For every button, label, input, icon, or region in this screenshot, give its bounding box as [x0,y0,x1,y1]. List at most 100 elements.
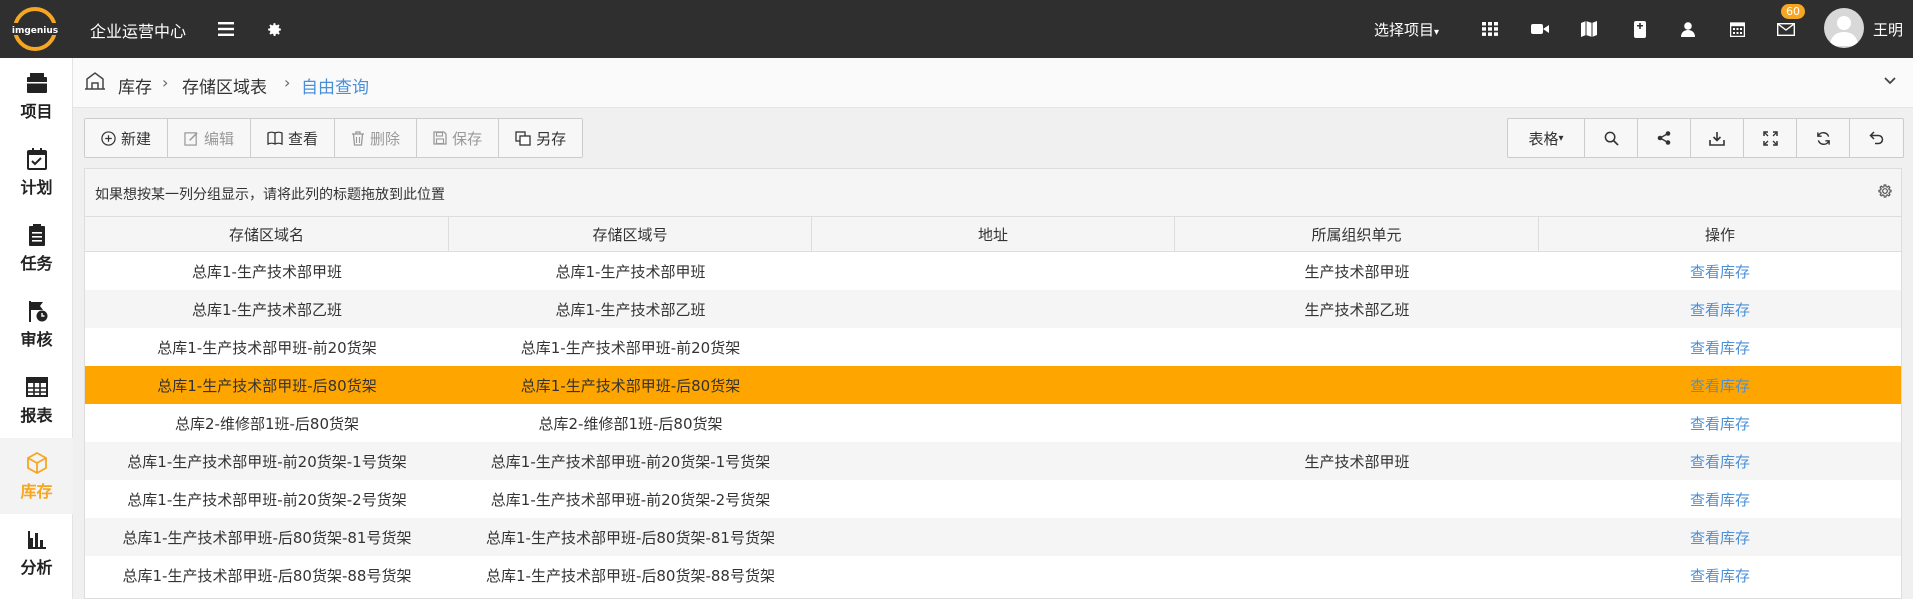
download-button[interactable] [1691,119,1744,157]
box-icon [26,451,47,474]
sidebar-item-review[interactable]: 审核 [0,286,73,362]
view-button[interactable]: 查看 [251,119,336,157]
cell-address [812,442,1175,480]
cell-address [812,328,1175,366]
cell-view-inventory-link[interactable]: 查看库存 [1539,556,1901,594]
save-button-label: 保存 [452,129,483,148]
cell-org-unit [1175,480,1539,518]
mail-icon[interactable] [1773,16,1799,42]
table-row[interactable]: 总库1-生产技术部甲班 总库1-生产技术部甲班 生产技术部甲班 查看库存 [85,252,1901,290]
table-row[interactable]: 总库2-维修部1班-后80货架 总库2-维修部1班-后80货架 查看库存 [85,404,1901,442]
cell-storage-code: 总库1-生产技术部甲班-前20货架-1号货架 [490,452,771,471]
project-select[interactable]: 选择项目▾ [1374,19,1439,40]
sidebar-item-inventory[interactable]: 库存 [0,438,73,514]
apps-grid-icon[interactable] [1477,16,1503,42]
column-header-actions[interactable]: 操作 [1539,217,1901,251]
sidebar-item-plan[interactable]: 计划 [0,134,73,210]
clipboard-icon [28,223,45,246]
cell-view-inventory-link[interactable]: 查看库存 [1539,290,1901,328]
chevron-down-icon[interactable] [1883,74,1897,90]
cell-address [812,518,1175,556]
home-icon[interactable] [85,71,105,95]
view-mode-label: 表格 [1528,129,1559,148]
save-as-button[interactable]: 另存 [499,119,583,157]
cell-view-inventory-link[interactable]: 查看库存 [1539,404,1901,442]
sidebar-item-project[interactable]: 项目 [0,58,73,134]
sidebar-item-label: 分析 [20,557,53,577]
back-button[interactable] [1850,119,1903,157]
cell-storage-code: 总库1-生产技术部甲班 [555,262,706,281]
breadcrumb-item-free-query: 自由查询 [301,78,369,98]
user-name[interactable]: 王明 [1873,19,1903,40]
share-button[interactable] [1638,119,1691,157]
view-mode-dropdown[interactable]: 表格 ▾ [1508,119,1585,157]
column-header-org-unit[interactable]: 所属组织单元 [1175,217,1539,251]
edit-button-label: 编辑 [204,129,235,148]
refresh-button[interactable] [1797,119,1850,157]
menu-icon[interactable] [213,16,239,42]
table-row[interactable]: 总库1-生产技术部甲班-后80货架 总库1-生产技术部甲班-后80货架 查看库存 [85,366,1901,404]
top-bar: imgenius 企业运营中心 选择项目▾ 60 王明 [0,0,1913,58]
cell-storage-name: 总库1-生产技术部甲班-前20货架 [157,338,377,357]
delete-button-label: 删除 [370,129,401,148]
gear-icon[interactable] [1877,183,1893,203]
edit-button[interactable]: 编辑 [168,119,252,157]
save-as-button-label: 另存 [536,129,567,148]
group-by-panel[interactable]: 如果想按某一列分组显示，请将此列的标题拖放到此位置 [85,169,1901,217]
gear-icon[interactable] [261,16,287,42]
save-button[interactable]: 保存 [417,119,500,157]
breadcrumb-separator-icon: › [284,73,291,92]
user-icon[interactable] [1675,16,1701,42]
sidebar-item-label: 报表 [20,405,53,425]
breadcrumb-separator-icon: › [162,73,169,92]
cell-view-inventory-link[interactable]: 查看库存 [1539,518,1901,556]
logo[interactable]: imgenius [12,6,58,52]
undo-icon [1869,131,1884,145]
sidebar-item-task[interactable]: 任务 [0,210,73,286]
caret-down-icon: ▾ [1558,132,1564,144]
breadcrumb-item-inventory[interactable]: 库存 [118,73,152,98]
cell-org-unit [1175,404,1539,442]
sidebar-item-analysis[interactable]: 分析 [0,514,73,590]
cell-org-unit: 生产技术部乙班 [1304,300,1410,319]
cell-view-inventory-link[interactable]: 查看库存 [1539,480,1901,518]
column-header-storage-code[interactable]: 存储区域号 [449,217,812,251]
sidebar-item-label: 计划 [20,177,53,197]
sidebar-item-report[interactable]: 报表 [0,362,73,438]
expand-icon [1762,130,1778,146]
phone-icon[interactable] [1627,16,1653,42]
avatar[interactable] [1824,8,1864,48]
video-icon[interactable] [1527,16,1553,42]
cell-address [812,366,1175,404]
breadcrumb-item-storage-table[interactable]: 存储区域表 [182,73,267,98]
action-toolbar: 新建 编辑 查看 删除 保存 另存 [84,118,584,158]
table-row[interactable]: 总库1-生产技术部甲班-前20货架 总库1-生产技术部甲班-前20货架 查看库存 [85,328,1901,366]
cell-storage-name: 总库2-维修部1班-后80货架 [175,414,359,433]
sidebar: 项目 计划 任务 审核 报表 库存 分析 [0,58,73,599]
delete-button[interactable]: 删除 [335,119,418,157]
breadcrumb: 库存 › 存储区域表 › 自由查询 [73,58,1913,108]
calendar-icon[interactable] [1724,16,1750,42]
table-row[interactable]: 总库1-生产技术部甲班-前20货架-1号货架 总库1-生产技术部甲班-前20货架-… [85,442,1901,480]
cell-storage-name: 总库1-生产技术部甲班-后80货架 [157,376,377,395]
column-header-storage-name[interactable]: 存储区域名 [85,217,449,251]
cell-view-inventory-link[interactable]: 查看库存 [1539,252,1901,290]
data-grid: 如果想按某一列分组显示，请将此列的标题拖放到此位置 存储区域名 存储区域号 地址… [84,168,1902,599]
map-icon[interactable] [1576,16,1602,42]
column-header-address[interactable]: 地址 [812,217,1175,251]
cell-storage-code: 总库1-生产技术部甲班-后80货架-81号货架 [486,528,775,547]
cell-storage-name: 总库1-生产技术部甲班-后80货架-81号货架 [122,528,412,547]
cell-view-inventory-link[interactable]: 查看库存 [1539,366,1901,404]
cell-storage-code: 总库1-生产技术部乙班 [555,300,706,319]
table-row[interactable]: 总库1-生产技术部甲班-后80货架-81号货架 总库1-生产技术部甲班-后80货架… [85,518,1901,556]
table-row[interactable]: 总库1-生产技术部甲班-后80货架-88号货架 总库1-生产技术部甲班-后80货架… [85,556,1901,594]
bar-chart-icon [27,530,46,549]
table-row[interactable]: 总库1-生产技术部甲班-前20货架-2号货架 总库1-生产技术部甲班-前20货架-… [85,480,1901,518]
cell-view-inventory-link[interactable]: 查看库存 [1539,328,1901,366]
search-button[interactable] [1585,119,1638,157]
cell-view-inventory-link[interactable]: 查看库存 [1539,442,1901,480]
cell-org-unit [1175,366,1539,404]
fullscreen-button[interactable] [1744,119,1797,157]
table-row[interactable]: 总库1-生产技术部乙班 总库1-生产技术部乙班 生产技术部乙班 查看库存 [85,290,1901,328]
new-button[interactable]: 新建 [85,119,169,157]
